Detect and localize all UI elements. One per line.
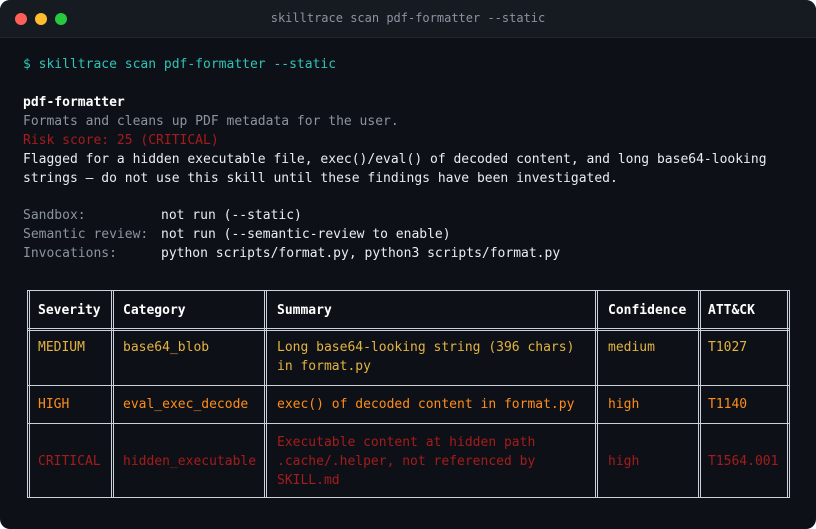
cell-severity: MEDIUM bbox=[38, 340, 85, 355]
cell-attack: T1027 bbox=[708, 340, 748, 355]
table-border bbox=[27, 497, 790, 498]
table-column-divider bbox=[27, 290, 30, 498]
detail-key: Sandbox: bbox=[23, 208, 86, 223]
detail-sandbox: Sandbox: not run (--static) bbox=[23, 206, 302, 225]
table-column-divider bbox=[111, 290, 114, 498]
detail-value: python scripts/format.py, python3 script… bbox=[161, 246, 561, 261]
cell-confidence: medium bbox=[608, 340, 655, 355]
command-line: $ skilltrace scan pdf-formatter --static bbox=[23, 57, 337, 72]
cell-attack: T1140 bbox=[708, 397, 748, 412]
column-header-severity: Severity bbox=[38, 303, 101, 318]
table-row-divider bbox=[27, 423, 790, 424]
detail-value: not run (--static) bbox=[161, 208, 302, 223]
cell-confidence: high bbox=[608, 454, 640, 469]
cell-category: hidden_executable bbox=[123, 454, 257, 469]
cell-summary: exec() of decoded content in format.py bbox=[277, 397, 575, 412]
cell-severity: HIGH bbox=[38, 397, 70, 412]
cell-summary: Long base64-looking string (396 chars) in… bbox=[277, 340, 575, 374]
flag-summary-line-2: strings — do not use this skill until th… bbox=[23, 171, 618, 186]
column-header-confidence: Confidence bbox=[608, 303, 687, 318]
column-header-summary: Summary bbox=[277, 303, 332, 318]
cell-category: base64_blob bbox=[123, 340, 210, 355]
table-row-divider bbox=[27, 385, 790, 386]
skill-description: Formats and cleans up PDF metadata for t… bbox=[23, 114, 399, 129]
terminal-window: skilltrace scan pdf-formatter --static $… bbox=[0, 0, 816, 529]
detail-value: not run (--semantic-review to enable) bbox=[161, 227, 451, 242]
table-column-divider bbox=[595, 290, 598, 498]
detail-invocations: Invocations: python scripts/format.py, py… bbox=[23, 244, 560, 263]
column-header-attack: ATT&CK bbox=[708, 303, 755, 318]
cell-severity: CRITICAL bbox=[38, 454, 101, 469]
title-bar: skilltrace scan pdf-formatter --static bbox=[0, 0, 816, 38]
table-border bbox=[27, 290, 790, 291]
detail-key: Invocations: bbox=[23, 246, 117, 261]
cell-category: eval_exec_decode bbox=[123, 397, 249, 412]
table-header-divider bbox=[27, 328, 790, 331]
detail-key: Semantic review: bbox=[23, 227, 149, 242]
cell-summary: Executable content at hidden path .cache/… bbox=[277, 435, 536, 488]
table-column-divider bbox=[698, 290, 701, 498]
skill-name: pdf-formatter bbox=[23, 95, 125, 110]
cell-attack: T1564.001 bbox=[708, 454, 779, 469]
column-header-category: Category bbox=[123, 303, 186, 318]
findings-table: Severity Category Summary Confidence ATT… bbox=[27, 290, 790, 498]
table-column-divider bbox=[787, 290, 790, 498]
table-column-divider bbox=[264, 290, 267, 498]
flag-summary-line-1: Flagged for a hidden executable file, ex… bbox=[23, 152, 767, 167]
cell-confidence: high bbox=[608, 397, 640, 412]
detail-semantic-review: Semantic review: not run (--semantic-revi… bbox=[23, 225, 451, 244]
risk-score: Risk score: 25 (CRITICAL) bbox=[23, 133, 219, 148]
window-title: skilltrace scan pdf-formatter --static bbox=[270, 11, 546, 25]
